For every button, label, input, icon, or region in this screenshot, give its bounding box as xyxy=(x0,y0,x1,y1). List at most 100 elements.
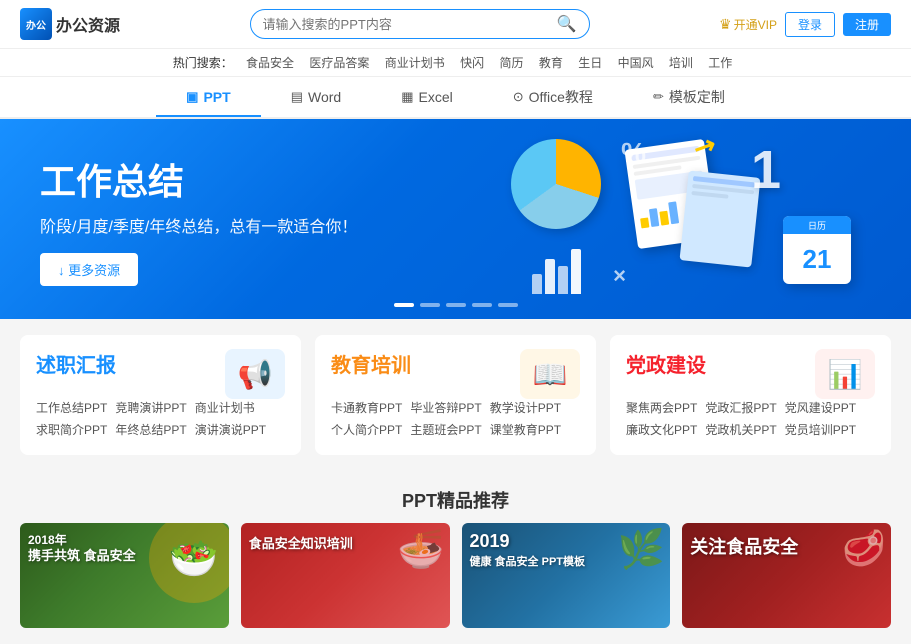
party-icon: 📊 xyxy=(815,349,875,399)
cat-link[interactable]: 党风建设PPT xyxy=(785,399,856,416)
dot-5[interactable] xyxy=(498,303,518,307)
ppt-card-3-year: 2019 xyxy=(470,531,510,552)
cat-link[interactable]: 工作总结PPT xyxy=(36,399,107,416)
cat-row-3-2: 廉政文化PPT 党政机关PPT 党员培训PPT xyxy=(626,421,875,438)
tab-ppt[interactable]: ▣ PPT xyxy=(156,79,261,117)
hot-search-item[interactable]: 快闪 xyxy=(460,56,484,70)
office-icon: ⊙ xyxy=(513,89,524,105)
cat-icon-3: 📊 xyxy=(815,349,875,399)
cat-title-1: 述职汇报 xyxy=(36,349,116,388)
cat-link[interactable]: 个人简介PPT xyxy=(331,421,402,438)
edu-icon: 📖 xyxy=(520,349,580,399)
cat-link[interactable]: 聚焦两会PPT xyxy=(626,399,697,416)
cat-card-inner-2: 教育培训 📖 xyxy=(331,349,580,399)
banner-content: 工作总结 阶段/月度/季度/年终总结，总有一款适合你！ ↓ 更多资源 xyxy=(40,153,357,286)
cat-row-2-2: 个人简介PPT 主题班会PPT 课堂教育PPT xyxy=(331,421,580,438)
logo: 办公 办公资源 xyxy=(20,8,120,40)
ppt-card-2[interactable]: 食品安全知识培训 🍜 xyxy=(241,523,450,628)
ppt-section-title: PPT精品推荐 xyxy=(0,471,911,523)
cat-links-2: 卡通教育PPT 毕业答辩PPT 教学设计PPT 个人简介PPT 主题班会PPT … xyxy=(331,399,580,438)
cat-link[interactable]: 廉政文化PPT xyxy=(626,421,697,438)
pie-chart-deco xyxy=(511,139,601,229)
ppt-card-4-label: 关注食品安全 xyxy=(690,533,798,559)
hot-search-item[interactable]: 生日 xyxy=(578,56,602,70)
hot-search-item[interactable]: 简历 xyxy=(499,56,523,70)
ppt-icon: ▣ xyxy=(186,89,198,105)
cat-link[interactable]: 党政机关PPT xyxy=(705,421,776,438)
cat-link[interactable]: 求职简介PPT xyxy=(36,421,107,438)
cat-link[interactable]: 主题班会PPT xyxy=(410,421,481,438)
calendar-deco: 日历 21 xyxy=(783,216,851,284)
cat-link[interactable]: 年终总结PPT xyxy=(115,421,186,438)
cat-title-3-wrapper: 党政建设 xyxy=(626,349,706,388)
tab-office[interactable]: ⊙ Office教程 xyxy=(483,77,623,117)
cat-title-text-2: 教育培训 xyxy=(331,349,411,378)
cat-links-3: 聚焦两会PPT 党政汇报PPT 党风建设PPT 廉政文化PPT 党政机关PPT … xyxy=(626,399,875,438)
banner: 工作总结 阶段/月度/季度/年终总结，总有一款适合你！ ↓ 更多资源 ↗ xyxy=(0,119,911,319)
cat-row-2-1: 卡通教育PPT 毕业答辩PPT 教学设计PPT xyxy=(331,399,580,416)
hot-search-item[interactable]: 教育 xyxy=(539,56,563,70)
cat-link[interactable]: 课堂教育PPT xyxy=(490,421,561,438)
cat-link[interactable]: 卡通教育PPT xyxy=(331,399,402,416)
hot-search-bar: 热门搜索： 食品安全 医疗品答案 商业计划书 快闪 简历 教育 生日 中国风 培… xyxy=(0,49,911,77)
cat-link[interactable]: 党员培训PPT xyxy=(785,421,856,438)
category-party: 党政建设 📊 聚焦两会PPT 党政汇报PPT 党风建设PPT 廉政文化PPT 党… xyxy=(610,335,891,455)
tab-office-label: Office教程 xyxy=(529,87,593,107)
cat-icon-1: 📢 xyxy=(225,349,285,399)
header-right: ♛ 开通VIP 登录 注册 xyxy=(719,12,891,37)
ppt-card-3-label: 健康 食品安全 PPT模板 xyxy=(470,553,586,569)
vip-button[interactable]: ♛ 开通VIP xyxy=(719,16,777,33)
cat-link[interactable]: 竞聘演讲PPT xyxy=(115,399,186,416)
search-input[interactable] xyxy=(263,17,557,32)
hot-search-item[interactable]: 食品安全 xyxy=(246,56,294,70)
ppt-card-1-label: 携手共筑 食品安全 xyxy=(28,545,136,564)
ppt-card-2-label: 食品安全知识培训 xyxy=(249,533,353,552)
banner-subtitle: 阶段/月度/季度/年终总结，总有一款适合你！ xyxy=(40,213,357,237)
hot-search-prefix: 热门搜索： xyxy=(173,56,233,70)
cat-row-1-2: 求职简介PPT 年终总结PPT 演讲演说PPT xyxy=(36,421,285,438)
register-button[interactable]: 注册 xyxy=(843,13,891,36)
food-deco-3: 🌿 xyxy=(618,528,665,572)
ppt-grid: 2018年 携手共筑 食品安全 🥗 食品安全知识培训 🍜 2019 健康 食品安… xyxy=(0,523,911,644)
cat-link[interactable]: 毕业答辩PPT xyxy=(410,399,481,416)
cat-title-text-3: 党政建设 xyxy=(626,349,706,378)
food-deco-2: 🍜 xyxy=(397,528,444,572)
crown-icon: ♛ xyxy=(719,16,732,33)
dot-4[interactable] xyxy=(472,303,492,307)
hot-search-item[interactable]: 商业计划书 xyxy=(385,56,445,70)
cat-link[interactable]: 商业计划书 xyxy=(195,399,255,416)
cat-link[interactable]: 党政汇报PPT xyxy=(705,399,776,416)
dot-3[interactable] xyxy=(446,303,466,307)
category-zv: 述职汇报 📢 工作总结PPT 竞聘演讲PPT 商业计划书 求职简介PPT 年终总… xyxy=(20,335,301,455)
search-icon[interactable]: 🔍 xyxy=(557,14,577,34)
login-button[interactable]: 登录 xyxy=(785,12,835,37)
dot-2[interactable] xyxy=(420,303,440,307)
banner-dots xyxy=(394,303,518,307)
tab-excel[interactable]: ▦ Excel xyxy=(371,79,483,115)
search-bar: 🔍 xyxy=(250,9,590,39)
ppt-card-4[interactable]: 关注食品安全 🥩 xyxy=(682,523,891,628)
excel-icon: ▦ xyxy=(401,89,413,105)
cat-title-text-1: 述职汇报 xyxy=(36,349,116,378)
hot-search-item[interactable]: 培训 xyxy=(669,56,693,70)
dot-1[interactable] xyxy=(394,303,414,307)
cat-link[interactable]: 演讲演说PPT xyxy=(195,421,266,438)
hot-search-item[interactable]: 工作 xyxy=(708,56,732,70)
tab-word[interactable]: ▤ Word xyxy=(261,79,372,115)
logo-icon: 办公 xyxy=(20,8,52,40)
cat-links-1: 工作总结PPT 竞聘演讲PPT 商业计划书 求职简介PPT 年终总结PPT 演讲… xyxy=(36,399,285,438)
cat-icon-2: 📖 xyxy=(520,349,580,399)
word-icon: ▤ xyxy=(291,89,303,105)
tab-word-label: Word xyxy=(308,89,341,105)
ppt-card-1[interactable]: 2018年 携手共筑 食品安全 🥗 xyxy=(20,523,229,628)
cat-link[interactable]: 教学设计PPT xyxy=(490,399,561,416)
tab-template[interactable]: ✏ 模板定制 xyxy=(623,77,755,117)
hot-search-item[interactable]: 中国风 xyxy=(618,56,654,70)
cat-card-inner-1: 述职汇报 📢 xyxy=(36,349,285,399)
banner-more-button[interactable]: ↓ 更多资源 xyxy=(40,253,138,286)
food-circle-1: 🥗 xyxy=(149,523,229,603)
hot-search-item[interactable]: 医疗品答案 xyxy=(309,56,369,70)
ppt-card-3[interactable]: 2019 健康 食品安全 PPT模板 🌿 xyxy=(462,523,671,628)
bar-chart-deco xyxy=(532,244,581,294)
banner-decoration: ↗ 1 日历 21 % × xyxy=(491,119,911,319)
